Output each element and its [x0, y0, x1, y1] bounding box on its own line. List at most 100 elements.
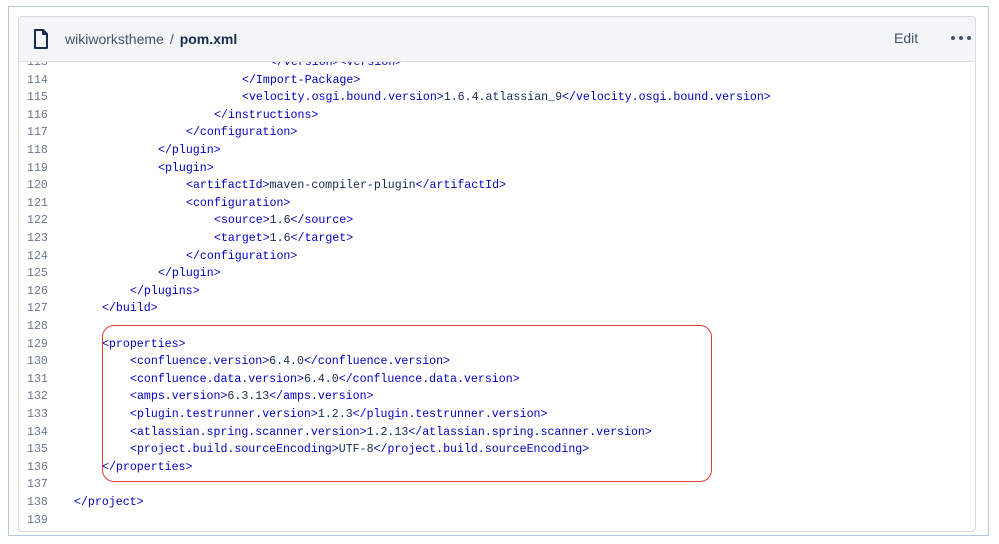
xml-tag: <target> — [214, 232, 270, 245]
line-number: 116 — [27, 108, 48, 122]
xml-tag: <properties> — [102, 337, 186, 351]
line-number: 122 — [27, 214, 48, 228]
code-line: 132 <amps.version>6.3.13</amps.version> — [19, 388, 975, 406]
breadcrumb-separator: / — [169, 31, 174, 47]
xml-tag: <project.build.sourceEncoding> — [130, 443, 339, 457]
line-content: </version><version> — [270, 62, 402, 72]
line-content: </plugin> — [158, 265, 221, 283]
xml-value: 1.6 — [269, 232, 291, 245]
line-number: 114 — [27, 73, 48, 87]
line-content: </configuration> — [186, 124, 297, 142]
breadcrumb-repo[interactable]: wikiworkstheme — [65, 31, 164, 47]
line-number: 129 — [27, 337, 48, 351]
more-icon — [951, 36, 955, 40]
line-content: </build> — [102, 300, 158, 318]
code-line: 118 </plugin> — [19, 142, 975, 160]
more-icon — [959, 36, 963, 40]
xml-tag: </instructions> — [214, 108, 319, 122]
xml-tag: <source> — [214, 214, 270, 228]
code-line: 136 </properties> — [19, 459, 975, 477]
xml-tag: </atlassian.spring.scanner.version> — [408, 425, 652, 439]
line-number: 136 — [27, 460, 48, 474]
code-line: 125 </plugin> — [19, 265, 975, 283]
code-line: 138 </project> — [19, 494, 975, 512]
line-number: 123 — [27, 232, 48, 245]
line-number: 135 — [27, 443, 48, 457]
line-content: <velocity.osgi.bound.version>1.6.4.atlas… — [242, 89, 771, 107]
code-line: 127 </build> — [19, 300, 975, 318]
line-content: <configuration> — [186, 195, 290, 213]
line-number: 125 — [27, 267, 48, 281]
code-line: 134 <atlassian.spring.scanner.version>1.2… — [19, 424, 975, 442]
xml-tag: </build> — [102, 302, 158, 316]
line-number: 119 — [27, 161, 48, 175]
line-number: 138 — [27, 496, 48, 509]
line-number: 121 — [27, 196, 48, 210]
xml-value: 1.6.4.atlassian_9 — [443, 91, 563, 105]
line-content: <project.build.sourceEncoding>UTF-8</pro… — [130, 441, 589, 459]
code-line: 135 <project.build.sourceEncoding>UTF-8</… — [19, 441, 975, 459]
code-line: 120 <artifactId>maven-compiler-plugin</ar… — [19, 177, 975, 195]
line-number: 139 — [27, 513, 48, 527]
xml-value: UTF-8 — [338, 443, 374, 457]
xml-tag: </configuration> — [186, 126, 298, 140]
code-line: 133 <plugin.testrunner.version>1.2.3</plu… — [19, 406, 975, 424]
code-line: 114 </Import-Package> — [19, 72, 975, 90]
code-line: 115 <velocity.osgi.bound.version>1.6.4.at… — [19, 89, 975, 107]
line-content: <amps.version>6.3.13</amps.version> — [130, 388, 374, 406]
line-content: <confluence.data.version>6.4.0</confluen… — [130, 371, 520, 389]
xml-value: 6.4.0 — [269, 355, 304, 369]
xml-tag: </version><version> — [270, 62, 403, 69]
xml-value: 6.4.0 — [303, 372, 339, 386]
xml-tag: </amps.version> — [269, 390, 374, 404]
xml-tag: </source> — [290, 214, 354, 228]
line-content: <target>1.6</target> — [214, 230, 353, 248]
code-line: 116 </instructions> — [19, 107, 975, 125]
more-icon — [967, 36, 971, 40]
xml-tag: <artifactId> — [186, 179, 270, 193]
line-number: 118 — [27, 144, 48, 157]
xml-tag: </plugin> — [158, 267, 221, 281]
line-number: 132 — [27, 390, 48, 404]
line-content: <atlassian.spring.scanner.version>1.2.13… — [130, 424, 652, 442]
xml-tag: </plugin> — [158, 144, 221, 157]
code-line: 139 — [19, 512, 975, 530]
code-line: 122 <source>1.6</source> — [19, 212, 975, 230]
more-options-button[interactable] — [949, 27, 973, 49]
line-content: <plugin> — [158, 160, 214, 178]
xml-tag: </Import-Package> — [242, 73, 361, 87]
line-content: <properties> — [102, 336, 186, 354]
line-content: </plugins> — [130, 283, 200, 301]
file-header: wikiworkstheme / pom.xml Edit — [19, 17, 975, 62]
code-line: 137 — [19, 476, 975, 494]
edit-button[interactable]: Edit — [894, 30, 918, 46]
line-content: </properties> — [102, 459, 192, 477]
xml-value: 1.6 — [269, 214, 291, 228]
xml-tag: <confluence.data.version> — [130, 372, 304, 386]
code-line: 124 </configuration> — [19, 248, 975, 266]
line-number: 117 — [27, 126, 48, 140]
xml-tag: </confluence.version> — [303, 355, 451, 369]
xml-tag: </project.build.sourceEncoding> — [373, 443, 590, 457]
line-number: 126 — [27, 284, 48, 298]
line-number: 128 — [27, 320, 48, 333]
xml-tag: <plugin> — [158, 161, 214, 175]
line-content: <plugin.testrunner.version>1.2.3</plugin… — [130, 406, 547, 424]
xml-tag: <atlassian.spring.scanner.version> — [130, 425, 367, 439]
line-number: 127 — [27, 302, 48, 316]
xml-value: 1.2.13 — [366, 425, 409, 439]
xml-tag: </configuration> — [186, 249, 298, 263]
breadcrumb-file: pom.xml — [179, 31, 238, 47]
line-number: 120 — [27, 179, 48, 193]
line-number: 113 — [27, 62, 48, 69]
code-line: 123 <target>1.6</target> — [19, 230, 975, 248]
code-line: 130 <confluence.version>6.4.0</confluence… — [19, 353, 975, 371]
line-content: </project> — [74, 494, 144, 512]
file-viewer: wikiworkstheme / pom.xml Edit 113 </version… — [18, 16, 976, 532]
xml-tag: </plugin.testrunner.version> — [352, 408, 548, 421]
code-line: 121 <configuration> — [19, 195, 975, 213]
line-content: </configuration> — [186, 248, 297, 266]
file-icon — [34, 29, 48, 49]
code-line: 126 </plugins> — [19, 283, 975, 301]
xml-tag: <amps.version> — [130, 390, 228, 404]
